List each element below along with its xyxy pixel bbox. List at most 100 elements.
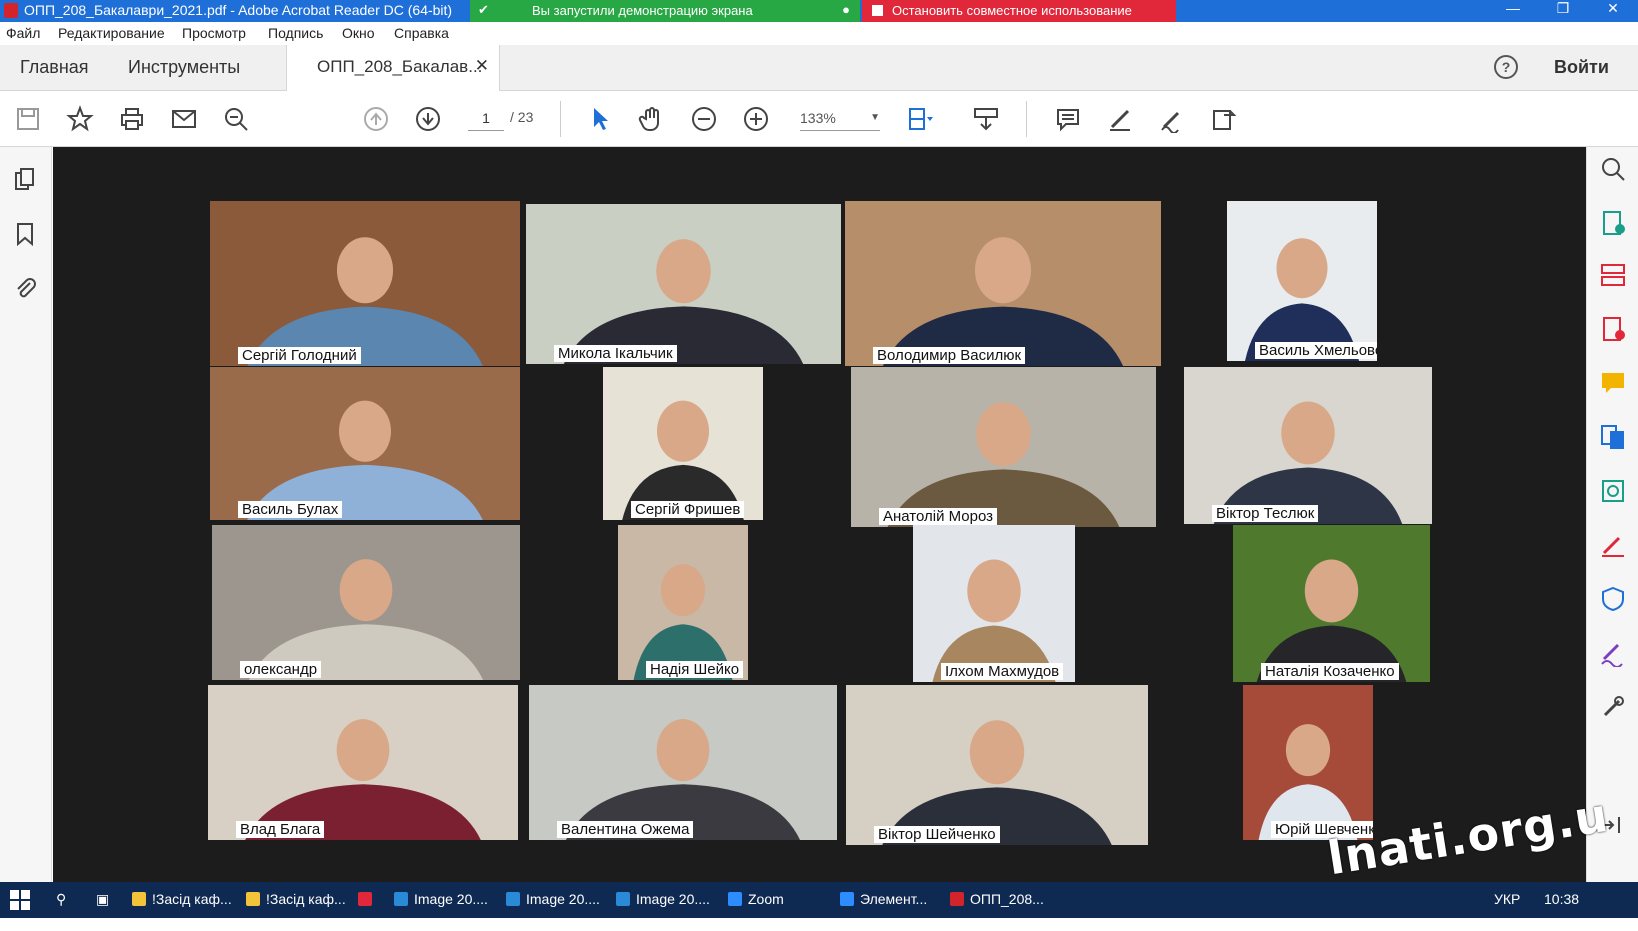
email-icon[interactable] bbox=[170, 105, 198, 133]
page-total: / 23 bbox=[510, 109, 534, 125]
windows-start-icon[interactable] bbox=[10, 890, 30, 910]
app-icon bbox=[506, 892, 520, 906]
participant-video-tile[interactable]: Василь Хмельовський bbox=[1227, 201, 1377, 361]
stop-share-button[interactable]: Остановить совместное использование bbox=[862, 0, 1176, 22]
attachment-icon[interactable] bbox=[12, 275, 38, 301]
print-icon[interactable] bbox=[118, 105, 146, 133]
page-up-icon[interactable] bbox=[362, 105, 390, 133]
menu-window[interactable]: Окно bbox=[342, 25, 375, 41]
menu-edit[interactable]: Редактирование bbox=[58, 25, 165, 41]
fill-sign-icon[interactable] bbox=[1599, 531, 1627, 559]
participant-video-tile[interactable]: Микола Ікальчик bbox=[526, 204, 841, 364]
participant-video-tile[interactable]: Влад Блага bbox=[208, 685, 518, 840]
screen-share-banner: ✔ Вы запустили демонстрацию экрана ● bbox=[470, 0, 860, 22]
export-pdf-icon[interactable] bbox=[1599, 209, 1627, 237]
signature-icon[interactable] bbox=[1599, 639, 1627, 668]
tab-document[interactable]: ОПП_208_Бакалав... ✕ bbox=[286, 45, 500, 91]
participant-video-tile[interactable]: Валентина Ожема bbox=[529, 685, 837, 840]
protect-icon[interactable] bbox=[1599, 585, 1627, 613]
help-icon[interactable]: ? bbox=[1494, 55, 1518, 79]
taskbar-app-label: Image 20.... bbox=[636, 891, 710, 907]
app-icon bbox=[394, 892, 408, 906]
menu-view[interactable]: Просмотр bbox=[182, 25, 246, 41]
taskbar-app-button[interactable]: Image 20.... bbox=[616, 891, 710, 907]
person-silhouette bbox=[1256, 559, 1407, 682]
menu-help[interactable]: Справка bbox=[394, 25, 449, 41]
page-number-input[interactable]: 1 bbox=[468, 105, 504, 131]
taskbar-app-button[interactable]: Zoom bbox=[728, 891, 784, 907]
taskbar-app-label: !Засід каф... bbox=[266, 891, 346, 907]
taskbar-app-button[interactable]: ОПП_208... bbox=[950, 891, 1044, 907]
participant-video bbox=[846, 685, 1148, 845]
participant-video-tile[interactable]: Надія Шейко bbox=[618, 525, 748, 680]
scroll-mode-icon[interactable] bbox=[972, 105, 1000, 133]
zoom-out-icon[interactable] bbox=[690, 105, 718, 133]
save-icon[interactable] bbox=[14, 105, 42, 133]
keyboard-language[interactable]: УКР bbox=[1494, 891, 1520, 907]
participant-video-tile[interactable]: олександр bbox=[212, 525, 520, 680]
comment-icon[interactable] bbox=[1054, 105, 1082, 133]
participant-video-tile[interactable]: Віктор Теслюк bbox=[1184, 367, 1432, 524]
person-silhouette bbox=[882, 237, 1124, 366]
document-viewer[interactable]: Сергій Голодний Микола Ікальчик Володимир … bbox=[53, 147, 1586, 882]
participant-video-tile[interactable]: Сергій Фришев bbox=[603, 367, 763, 520]
participant-video bbox=[208, 685, 518, 840]
page-thumbnails-icon[interactable] bbox=[12, 167, 38, 193]
app-icon bbox=[840, 892, 854, 906]
participant-video bbox=[845, 201, 1161, 366]
participant-video-tile[interactable]: Анатолій Мороз bbox=[851, 367, 1156, 527]
participant-video-tile[interactable]: Наталія Козаченко bbox=[1233, 525, 1430, 682]
page-down-icon[interactable] bbox=[414, 105, 442, 133]
taskbar-app-button[interactable]: Image 20.... bbox=[394, 891, 488, 907]
taskbar-app-button[interactable]: !Засід каф... bbox=[246, 891, 346, 907]
search-icon[interactable] bbox=[222, 105, 250, 133]
taskbar-app-button[interactable]: Элемент... bbox=[840, 891, 927, 907]
more-tools-icon[interactable] bbox=[1599, 693, 1627, 721]
menu-sign[interactable]: Подпись bbox=[268, 25, 323, 41]
participant-video-tile[interactable]: Ілхом Махмудов bbox=[913, 525, 1075, 682]
taskbar-app-button[interactable]: Image 20.... bbox=[506, 891, 600, 907]
person-silhouette bbox=[1213, 401, 1403, 524]
taskbar-search-icon[interactable]: ⚲ bbox=[56, 891, 66, 908]
taskbar-app-button[interactable]: !Засід каф... bbox=[132, 891, 232, 907]
participant-video-tile[interactable]: Віктор Шейченко bbox=[846, 685, 1148, 845]
zoom-in-icon[interactable] bbox=[742, 105, 770, 133]
highlight-icon[interactable] bbox=[1106, 105, 1134, 133]
create-pdf-icon[interactable] bbox=[1599, 315, 1627, 343]
person-silhouette bbox=[1258, 724, 1358, 840]
participant-video-tile[interactable]: Юрій Шевченко bbox=[1243, 685, 1373, 840]
task-view-icon[interactable]: ▣ bbox=[96, 891, 109, 908]
combine-files-icon[interactable] bbox=[1599, 423, 1627, 451]
star-icon[interactable] bbox=[66, 105, 94, 133]
tab-tools[interactable]: Инструменты bbox=[128, 57, 240, 78]
zoom-search-icon[interactable] bbox=[1599, 155, 1627, 183]
bookmark-icon[interactable] bbox=[12, 221, 38, 247]
menu-file[interactable]: Файл bbox=[6, 25, 40, 41]
scan-icon[interactable] bbox=[1599, 477, 1627, 505]
login-button[interactable]: Войти bbox=[1554, 57, 1609, 78]
person-silhouette bbox=[565, 719, 801, 840]
person-silhouette bbox=[882, 720, 1112, 845]
tab-home[interactable]: Главная bbox=[20, 57, 89, 78]
page-view-icon[interactable] bbox=[906, 105, 934, 133]
select-pointer-icon[interactable] bbox=[586, 105, 614, 133]
participant-video-tile[interactable]: Сергій Голодний bbox=[210, 201, 520, 366]
share-document-icon[interactable] bbox=[1210, 105, 1238, 133]
minimize-button[interactable]: — bbox=[1488, 0, 1538, 16]
participant-name: Валентина Ожема bbox=[557, 821, 694, 838]
hand-tool-icon[interactable] bbox=[638, 105, 666, 133]
zoom-select[interactable]: 133% ▼ bbox=[800, 105, 880, 131]
sign-icon[interactable] bbox=[1158, 105, 1186, 134]
participant-name: Віктор Теслюк bbox=[1212, 505, 1319, 522]
participant-video bbox=[210, 201, 520, 366]
close-button[interactable]: ✕ bbox=[1588, 0, 1638, 17]
participant-video-tile[interactable]: Володимир Василюк bbox=[845, 201, 1161, 366]
comment-tool-icon[interactable] bbox=[1599, 369, 1627, 397]
clock[interactable]: 10:38 bbox=[1544, 891, 1579, 907]
taskbar-app-button[interactable] bbox=[358, 891, 378, 907]
organize-pages-icon[interactable] bbox=[1599, 261, 1627, 289]
participant-name: Володимир Василюк bbox=[873, 347, 1026, 364]
participant-video-tile[interactable]: Василь Булах bbox=[210, 367, 520, 520]
restore-button[interactable]: ❐ bbox=[1538, 0, 1588, 17]
close-tab-icon[interactable]: ✕ bbox=[475, 56, 489, 76]
